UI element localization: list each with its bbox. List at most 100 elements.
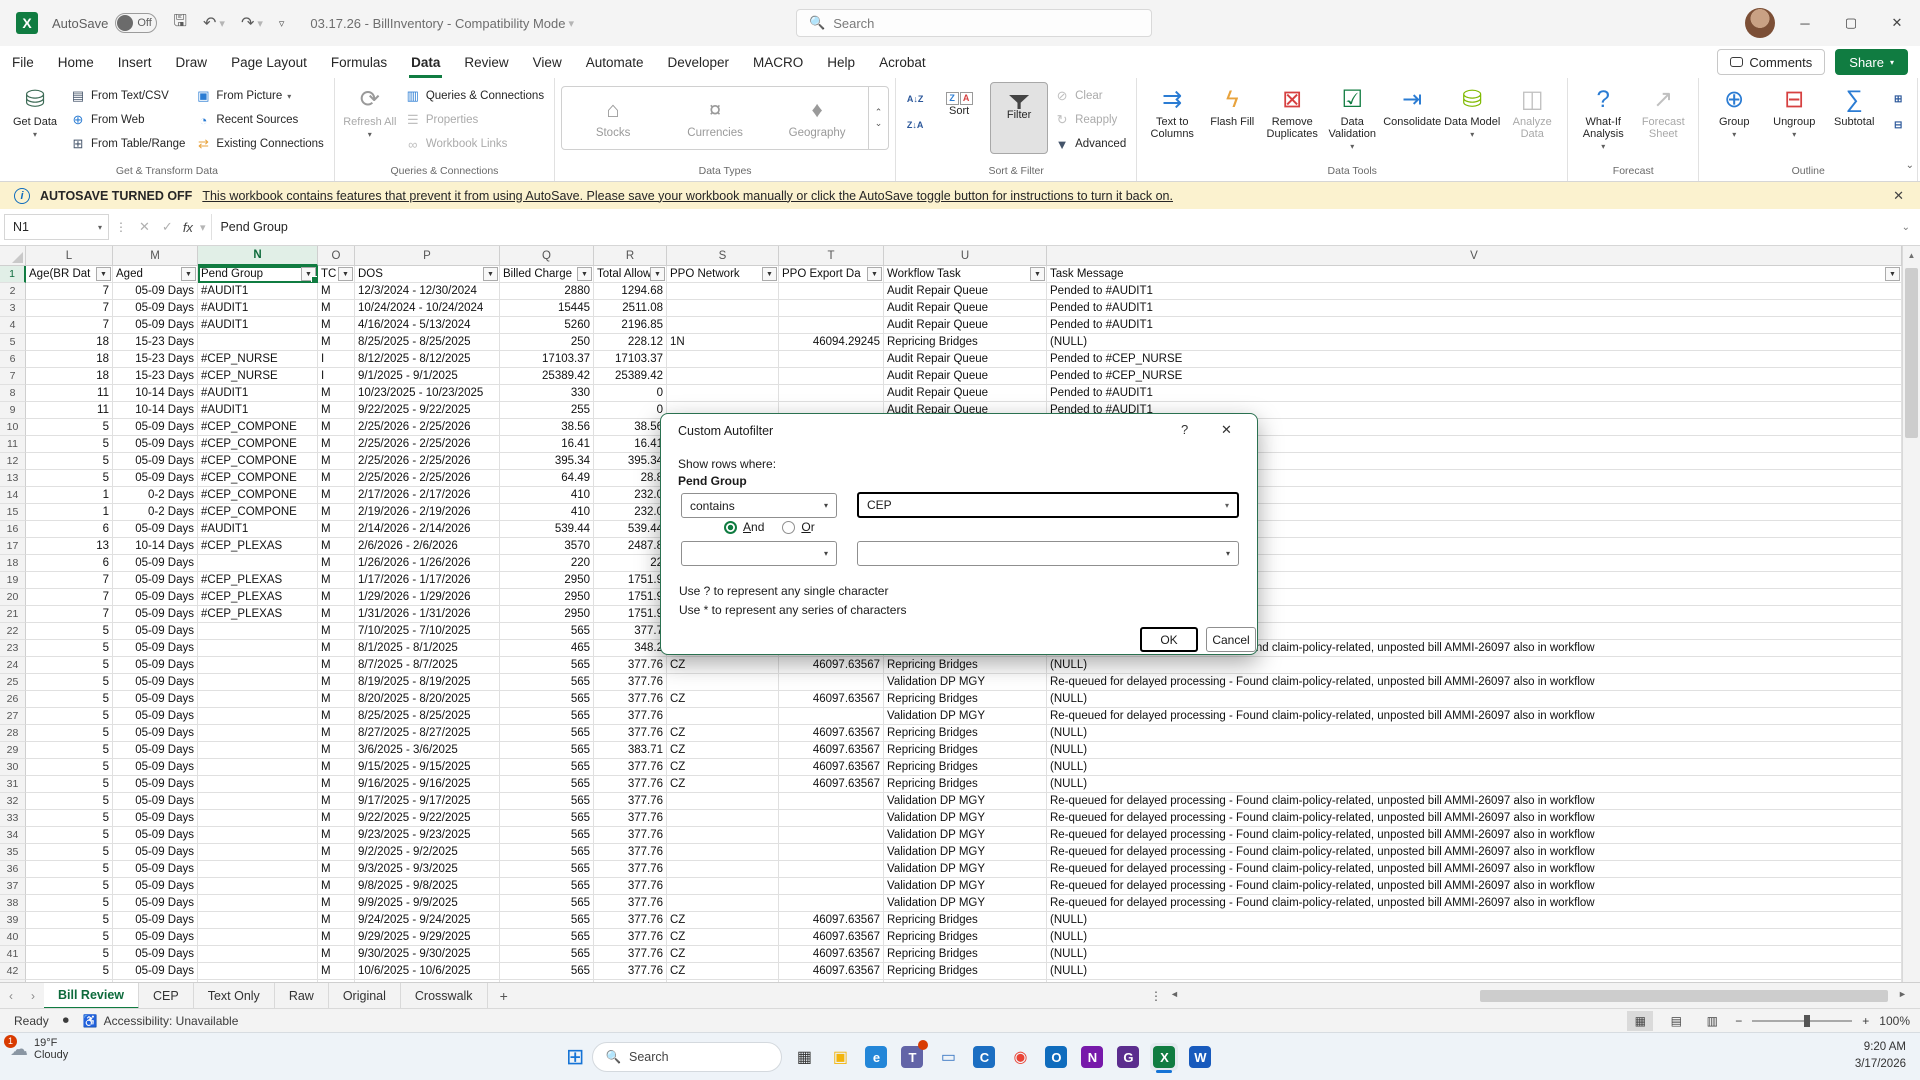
row-number[interactable]: 23 xyxy=(0,640,26,657)
header-cell-L[interactable]: Age(BR Dat▼ xyxy=(26,266,113,283)
cell-P8[interactable]: 10/23/2025 - 10/23/2025 xyxy=(355,385,500,402)
cell-P36[interactable]: 9/3/2025 - 9/3/2025 xyxy=(355,861,500,878)
column-header-S[interactable]: S xyxy=(667,246,779,266)
cell-Q20[interactable]: 2950 xyxy=(500,589,594,606)
cell-V33[interactable]: Re-queued for delayed processing - Found… xyxy=(1047,810,1902,827)
column-header-R[interactable]: R xyxy=(594,246,667,266)
and-radio[interactable]: And xyxy=(724,520,764,534)
cell-T34[interactable] xyxy=(779,827,884,844)
clock[interactable]: 9:20 AM 3/17/2026 xyxy=(1855,1039,1906,1073)
cell-L11[interactable]: 5 xyxy=(26,436,113,453)
cell-N42[interactable] xyxy=(198,963,318,980)
cell-O26[interactable]: M xyxy=(318,691,355,708)
cell-R29[interactable]: 383.71 xyxy=(594,742,667,759)
cell-T4[interactable] xyxy=(779,317,884,334)
row-number[interactable]: 40 xyxy=(0,929,26,946)
tab-macro[interactable]: MACRO xyxy=(741,46,815,78)
cell-L30[interactable]: 5 xyxy=(26,759,113,776)
cell-O20[interactable]: M xyxy=(318,589,355,606)
cell-Q6[interactable]: 17103.37 xyxy=(500,351,594,368)
undo-button[interactable]: ↶ xyxy=(203,13,216,33)
tab-formulas[interactable]: Formulas xyxy=(319,46,399,78)
tab-automate[interactable]: Automate xyxy=(574,46,656,78)
what-if-analysis-button[interactable]: ?What-If Analysis▾ xyxy=(1574,82,1632,154)
cell-V7[interactable]: Pended to #CEP_NURSE xyxy=(1047,368,1902,385)
row-number[interactable]: 3 xyxy=(0,300,26,317)
cell-L32[interactable]: 5 xyxy=(26,793,113,810)
filter-dropdown-icon[interactable]: ▼ xyxy=(1030,267,1045,281)
row-number[interactable]: 26 xyxy=(0,691,26,708)
avatar[interactable] xyxy=(1745,8,1775,38)
cell-M33[interactable]: 05-09 Days xyxy=(113,810,198,827)
cell-Q10[interactable]: 38.56 xyxy=(500,419,594,436)
cell-Q19[interactable]: 2950 xyxy=(500,572,594,589)
tab-review[interactable]: Review xyxy=(452,46,520,78)
cell-N12[interactable]: #CEP_COMPONE xyxy=(198,453,318,470)
cell-M7[interactable]: 15-23 Days xyxy=(113,368,198,385)
row-number[interactable]: 32 xyxy=(0,793,26,810)
cell-Q24[interactable]: 565 xyxy=(500,657,594,674)
sheet-tab-original[interactable]: Original xyxy=(329,983,401,1009)
cell-S32[interactable] xyxy=(667,793,779,810)
cell-L38[interactable]: 5 xyxy=(26,895,113,912)
minimize-button[interactable]: ─ xyxy=(1782,0,1828,46)
column-header-P[interactable]: P xyxy=(355,246,500,266)
cell-M11[interactable]: 05-09 Days xyxy=(113,436,198,453)
cell-S5[interactable]: 1N xyxy=(667,334,779,351)
cell-M21[interactable]: 05-09 Days xyxy=(113,606,198,623)
cell-P30[interactable]: 9/15/2025 - 9/15/2025 xyxy=(355,759,500,776)
cell-L3[interactable]: 7 xyxy=(26,300,113,317)
taskbar-icon-c-app[interactable]: C xyxy=(970,1043,998,1071)
row-number[interactable]: 7 xyxy=(0,368,26,385)
cell-N7[interactable]: #CEP_NURSE xyxy=(198,368,318,385)
cell-V32[interactable]: Re-queued for delayed processing - Found… xyxy=(1047,793,1902,810)
cell-V2[interactable]: Pended to #AUDIT1 xyxy=(1047,283,1902,300)
filter-dropdown-icon[interactable]: ▼ xyxy=(867,267,882,281)
cell-V6[interactable]: Pended to #CEP_NURSE xyxy=(1047,351,1902,368)
cell-S30[interactable]: CZ xyxy=(667,759,779,776)
cancel-button[interactable]: Cancel xyxy=(1206,627,1256,652)
cell-O36[interactable]: M xyxy=(318,861,355,878)
row-number[interactable]: 35 xyxy=(0,844,26,861)
cell-P28[interactable]: 8/27/2025 - 8/27/2025 xyxy=(355,725,500,742)
cell-O42[interactable]: M xyxy=(318,963,355,980)
vertical-scrollbar[interactable]: ▲ xyxy=(1902,246,1920,982)
cell-R28[interactable]: 377.76 xyxy=(594,725,667,742)
cell-O34[interactable]: M xyxy=(318,827,355,844)
weather-widget[interactable]: ☁1 19°FCloudy xyxy=(10,1037,68,1061)
cell-N21[interactable]: #CEP_PLEXAS xyxy=(198,606,318,623)
cell-S3[interactable] xyxy=(667,300,779,317)
cell-O27[interactable]: M xyxy=(318,708,355,725)
az-button[interactable]: A↓Z xyxy=(902,88,928,110)
text-to-columns-button[interactable]: ⇉Text to Columns xyxy=(1143,82,1201,154)
value1-combobox[interactable]: CEP▾ xyxy=(857,492,1239,518)
cell-Q36[interactable]: 565 xyxy=(500,861,594,878)
cell-Q39[interactable]: 565 xyxy=(500,912,594,929)
cell-M36[interactable]: 05-09 Days xyxy=(113,861,198,878)
tab-home[interactable]: Home xyxy=(46,46,106,78)
cell-P13[interactable]: 2/25/2026 - 2/25/2026 xyxy=(355,470,500,487)
row-number[interactable]: 4 xyxy=(0,317,26,334)
cell-Q13[interactable]: 64.49 xyxy=(500,470,594,487)
operator1-select[interactable]: contains▾ xyxy=(681,493,837,518)
horizontal-scrollbar[interactable] xyxy=(1186,990,1892,1002)
cell-N37[interactable] xyxy=(198,878,318,895)
cell-O8[interactable]: M xyxy=(318,385,355,402)
cell-U25[interactable]: Validation DP MGY xyxy=(884,674,1047,691)
consolidate-button[interactable]: ⇥Consolidate xyxy=(1383,82,1441,154)
cell-Q2[interactable]: 2880 xyxy=(500,283,594,300)
cell-P21[interactable]: 1/31/2026 - 1/31/2026 xyxy=(355,606,500,623)
header-cell-Q[interactable]: Billed Charge▼ xyxy=(500,266,594,283)
row-number[interactable]: 5 xyxy=(0,334,26,351)
cell-L8[interactable]: 11 xyxy=(26,385,113,402)
cell-P39[interactable]: 9/24/2025 - 9/24/2025 xyxy=(355,912,500,929)
cell-N29[interactable] xyxy=(198,742,318,759)
cell-M13[interactable]: 05-09 Days xyxy=(113,470,198,487)
cell-L17[interactable]: 13 xyxy=(26,538,113,555)
cell-S29[interactable]: CZ xyxy=(667,742,779,759)
header-cell-S[interactable]: PPO Network▼ xyxy=(667,266,779,283)
cell-V24[interactable]: (NULL) xyxy=(1047,657,1902,674)
row-number-1[interactable]: 1 xyxy=(0,266,26,283)
row-number[interactable]: 36 xyxy=(0,861,26,878)
cell-V3[interactable]: Pended to #AUDIT1 xyxy=(1047,300,1902,317)
